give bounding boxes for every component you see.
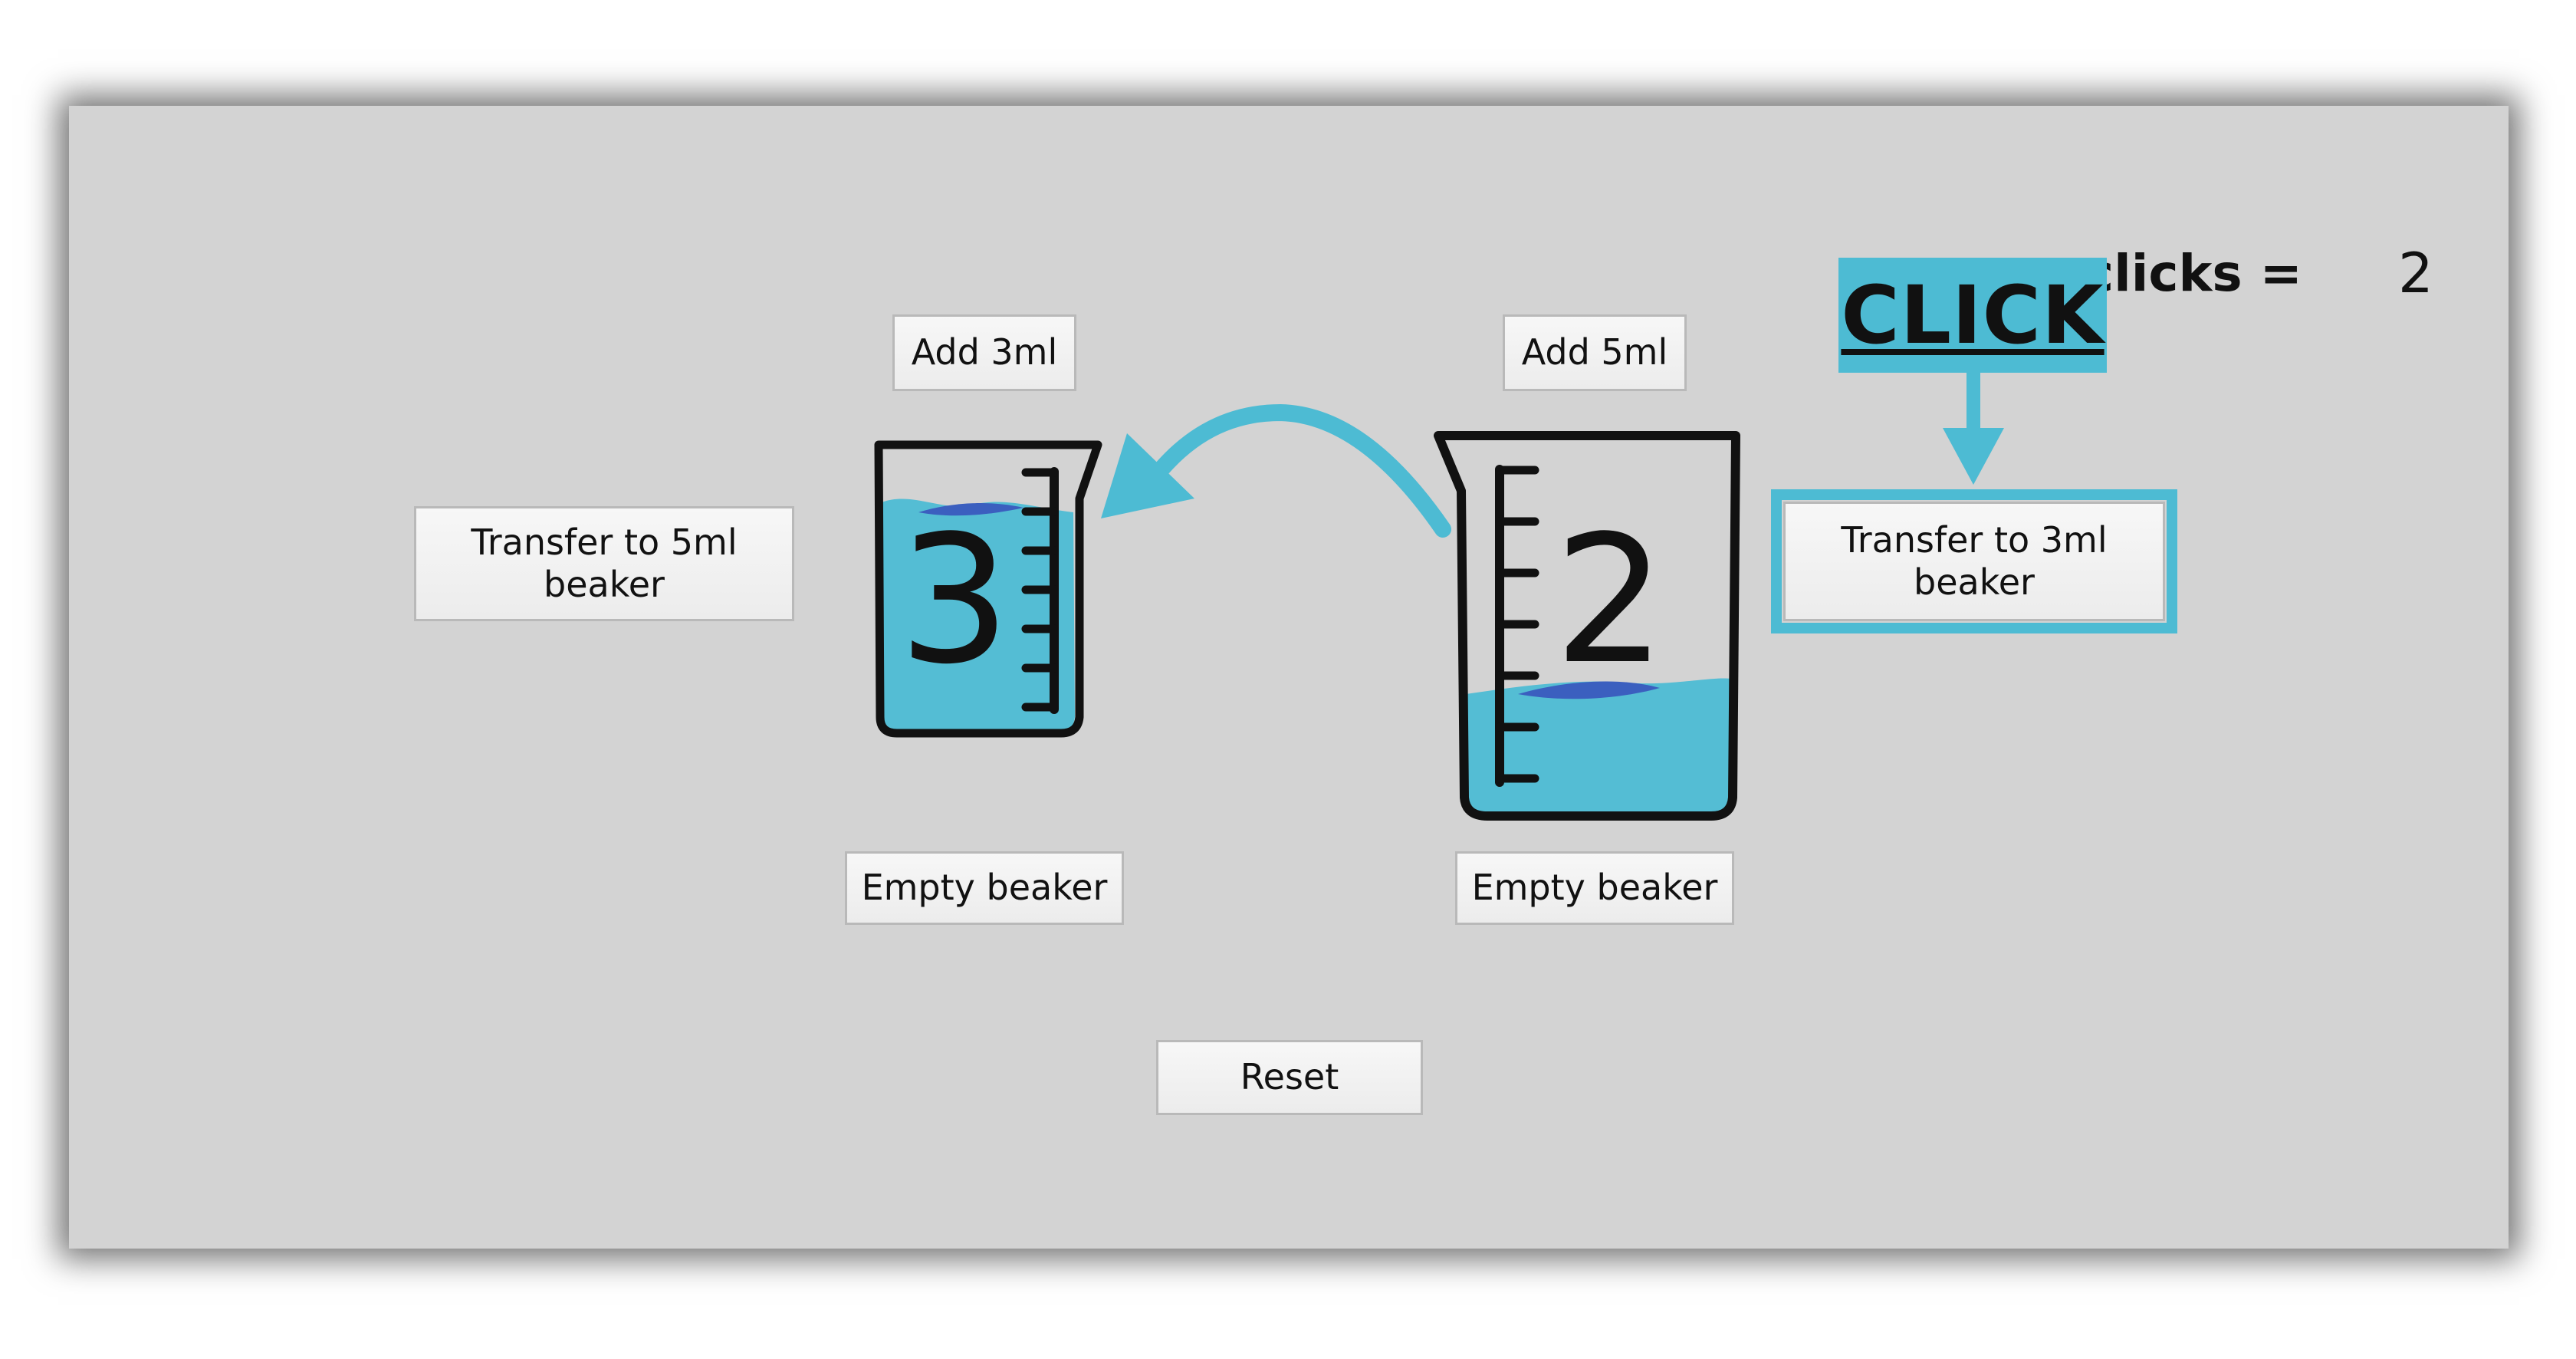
- reset-button-label: Reset: [1240, 1056, 1339, 1098]
- add-3ml-button[interactable]: Add 3ml: [892, 314, 1076, 391]
- transfer-to-3ml-button-label: Transfer to 3ml beaker: [1841, 518, 2108, 603]
- transfer-to-3ml-button[interactable]: Transfer to 3ml beaker: [1783, 502, 2165, 621]
- empty-small-beaker-button-label: Empty beaker: [861, 867, 1108, 909]
- empty-large-beaker-button[interactable]: Empty beaker: [1455, 851, 1734, 925]
- small-beaker-icon: 3: [874, 440, 1102, 738]
- reset-button[interactable]: Reset: [1156, 1040, 1423, 1115]
- empty-large-beaker-button-label: Empty beaker: [1471, 867, 1718, 909]
- curved-arrow-left-icon: [1101, 403, 1451, 538]
- arrow-down-icon: [1943, 371, 2004, 485]
- add-3ml-button-label: Add 3ml: [911, 331, 1058, 373]
- clicks-counter-value: 2: [2398, 241, 2433, 305]
- large-beaker-level: 2: [1554, 499, 1666, 703]
- small-beaker-level: 3: [899, 499, 1010, 703]
- clicks-counter-label: clicks =: [2084, 244, 2302, 303]
- graphics-layer: 3 2: [874, 371, 2004, 821]
- transfer-to-5ml-button[interactable]: Transfer to 5ml beaker: [414, 506, 794, 621]
- click-callout-text: CLICK: [1841, 268, 2104, 362]
- empty-small-beaker-button[interactable]: Empty beaker: [845, 851, 1124, 925]
- add-5ml-button-label: Add 5ml: [1521, 331, 1668, 373]
- transfer-to-5ml-button-label: Transfer to 5ml beaker: [471, 521, 738, 605]
- add-5ml-button[interactable]: Add 5ml: [1503, 314, 1687, 391]
- large-beaker-icon: 2: [1434, 431, 1740, 821]
- app-window: 3 2 clicks = 2 CLICK Add 3ml Add 5ml Tra…: [0, 0, 2576, 1359]
- click-callout: CLICK: [1838, 258, 2107, 373]
